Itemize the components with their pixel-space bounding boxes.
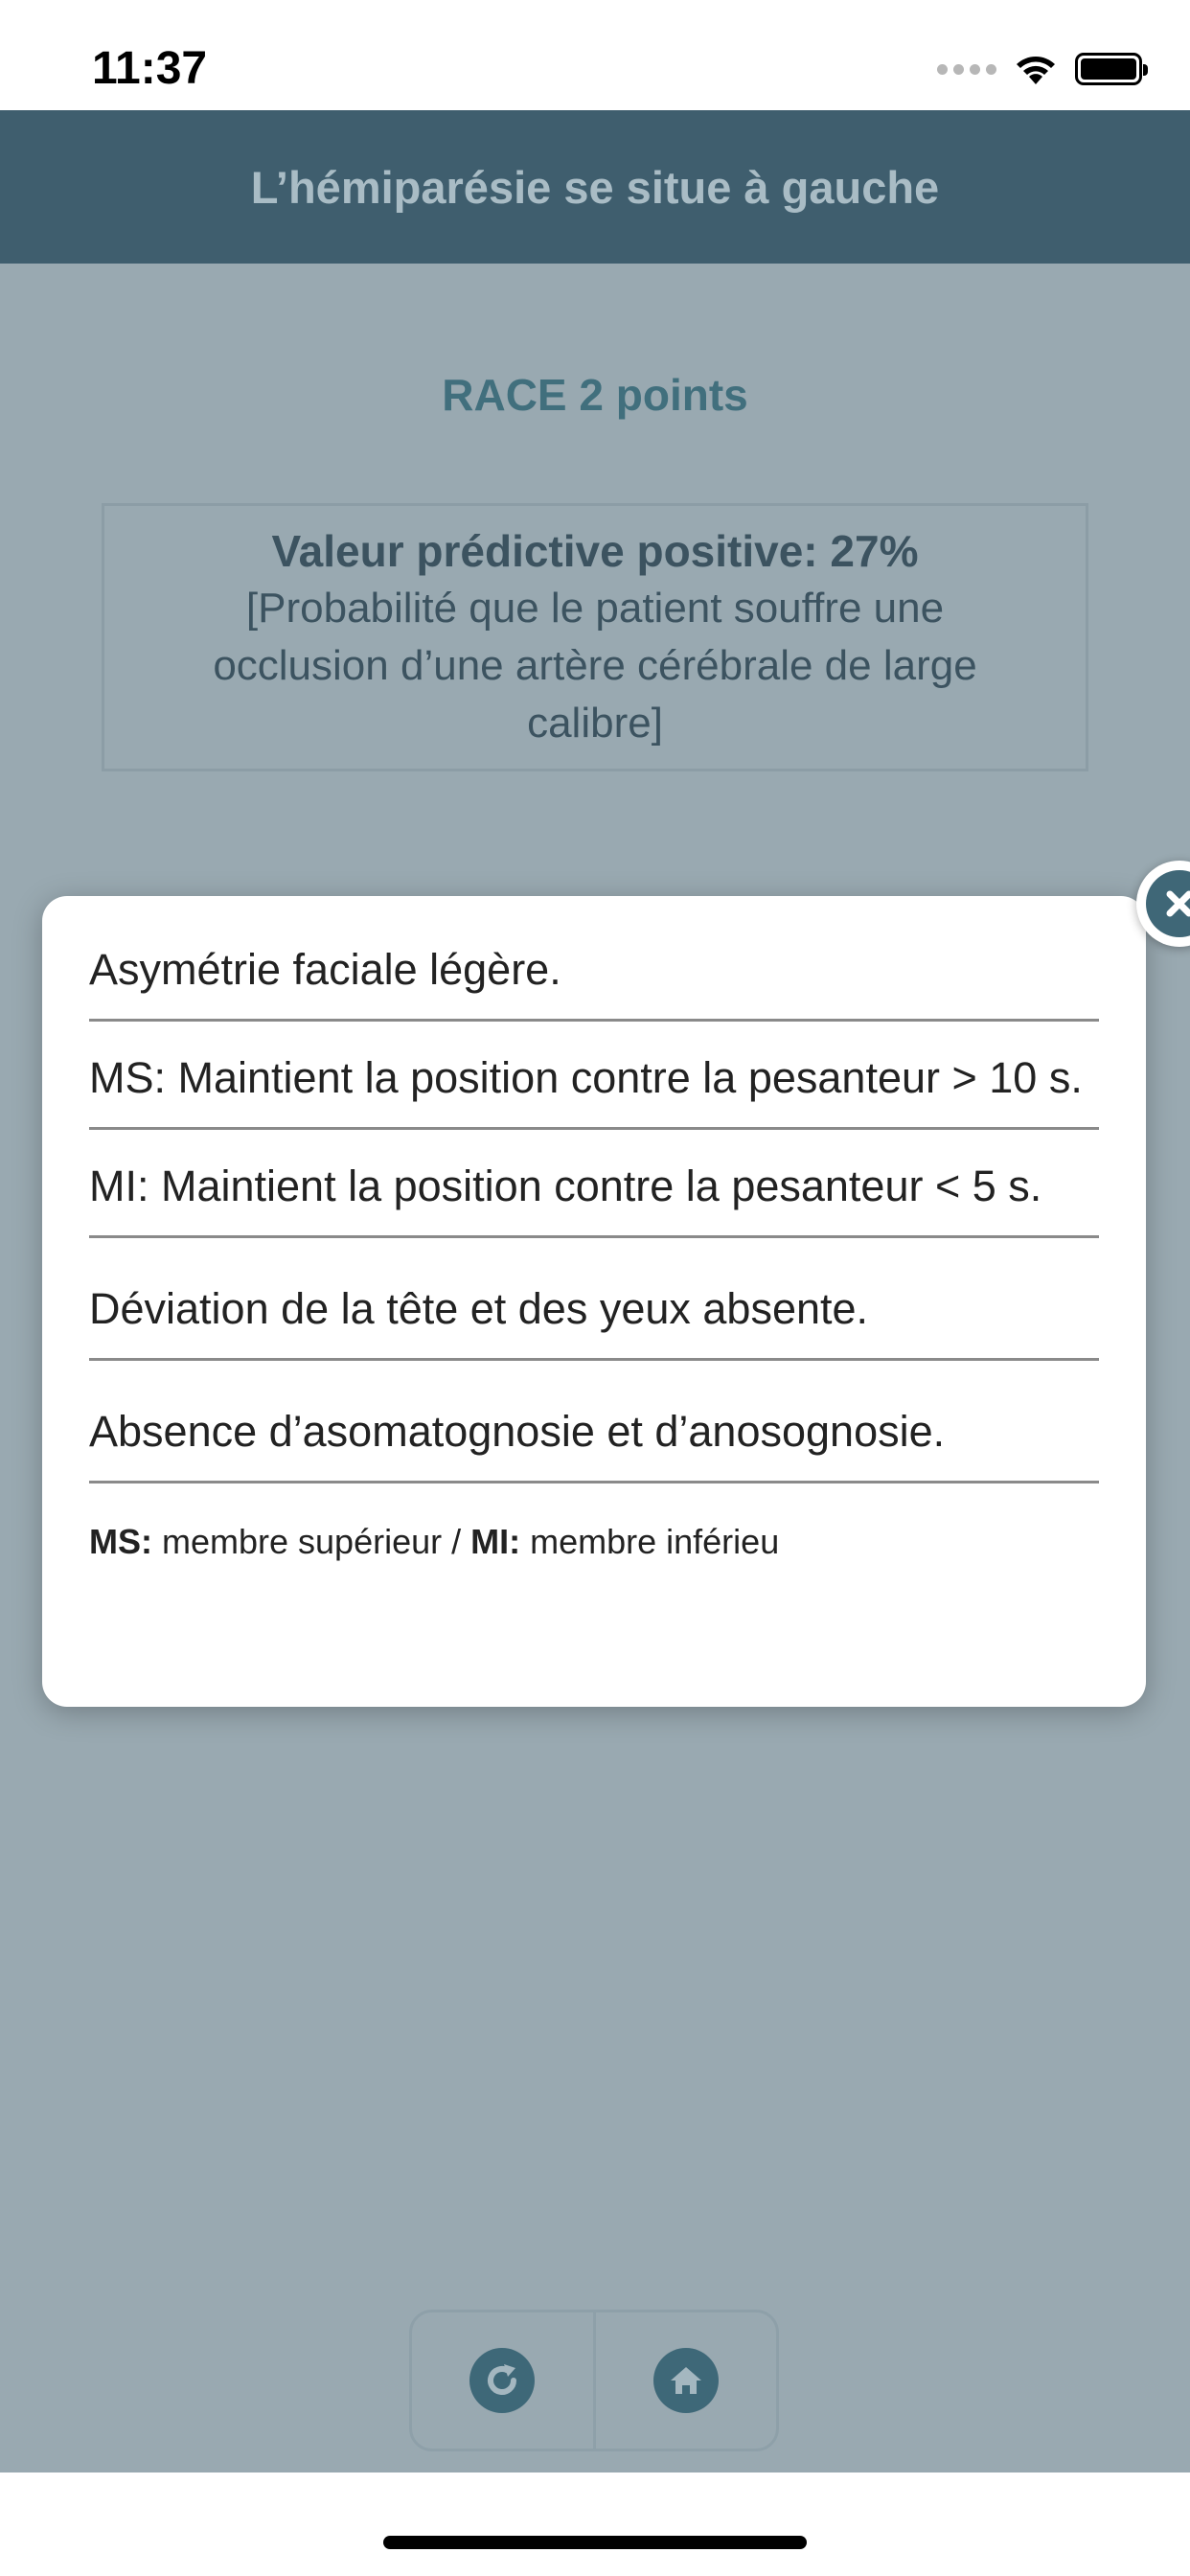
refresh-button[interactable] xyxy=(412,2312,593,2449)
status-time: 11:37 xyxy=(92,43,208,94)
list-item: MS: Maintient la position contre la pesa… xyxy=(89,1022,1099,1130)
nav-bar: L’hémiparésie se situe à gauche xyxy=(0,110,1190,264)
close-icon xyxy=(1146,870,1190,937)
details-popup: Asymétrie faciale légère. MS: Maintient … xyxy=(42,896,1146,1707)
home-icon xyxy=(652,2348,719,2413)
list-item: Absence d’asomatognosie et d’anosognosie… xyxy=(89,1361,1099,1484)
wifi-icon xyxy=(1017,57,1055,84)
abbreviation-legend: MS: membre supérieur / MI: membre inféri… xyxy=(89,1484,1099,1562)
home-indicator-area xyxy=(0,2472,1190,2576)
legend-ms-abbr: MS: xyxy=(89,1522,152,1561)
list-item: Asymétrie faciale légère. xyxy=(89,896,1099,1022)
status-icons xyxy=(937,50,1148,88)
score-title: RACE 2 points xyxy=(442,370,748,420)
battery-icon xyxy=(1075,53,1148,85)
legend-ms-text: membre supérieur / xyxy=(152,1522,471,1561)
legend-mi-abbr: MI: xyxy=(470,1522,521,1561)
signal-icon xyxy=(937,63,996,75)
criteria-list: Asymétrie faciale légère. MS: Maintient … xyxy=(89,896,1099,1562)
status-bar: 11:37 xyxy=(0,0,1190,110)
list-item: Déviation de la tête et des yeux absente… xyxy=(89,1238,1099,1361)
home-indicator[interactable] xyxy=(383,2536,807,2549)
bottom-button-group xyxy=(409,2310,779,2451)
ppv-value: Valeur prédictive positive: 27% xyxy=(271,526,919,576)
home-button[interactable] xyxy=(592,2312,777,2449)
ppv-description: [Probabilité que le patient souffre une … xyxy=(213,585,977,747)
legend-mi-text: membre inférieu xyxy=(520,1522,780,1561)
refresh-icon xyxy=(469,2348,536,2413)
list-item: MI: Maintient la position contre la pesa… xyxy=(89,1130,1099,1238)
page-title: L’hémiparésie se situe à gauche xyxy=(250,161,940,213)
ppv-box: Valeur prédictive positive: 27% [Probabi… xyxy=(102,503,1088,771)
